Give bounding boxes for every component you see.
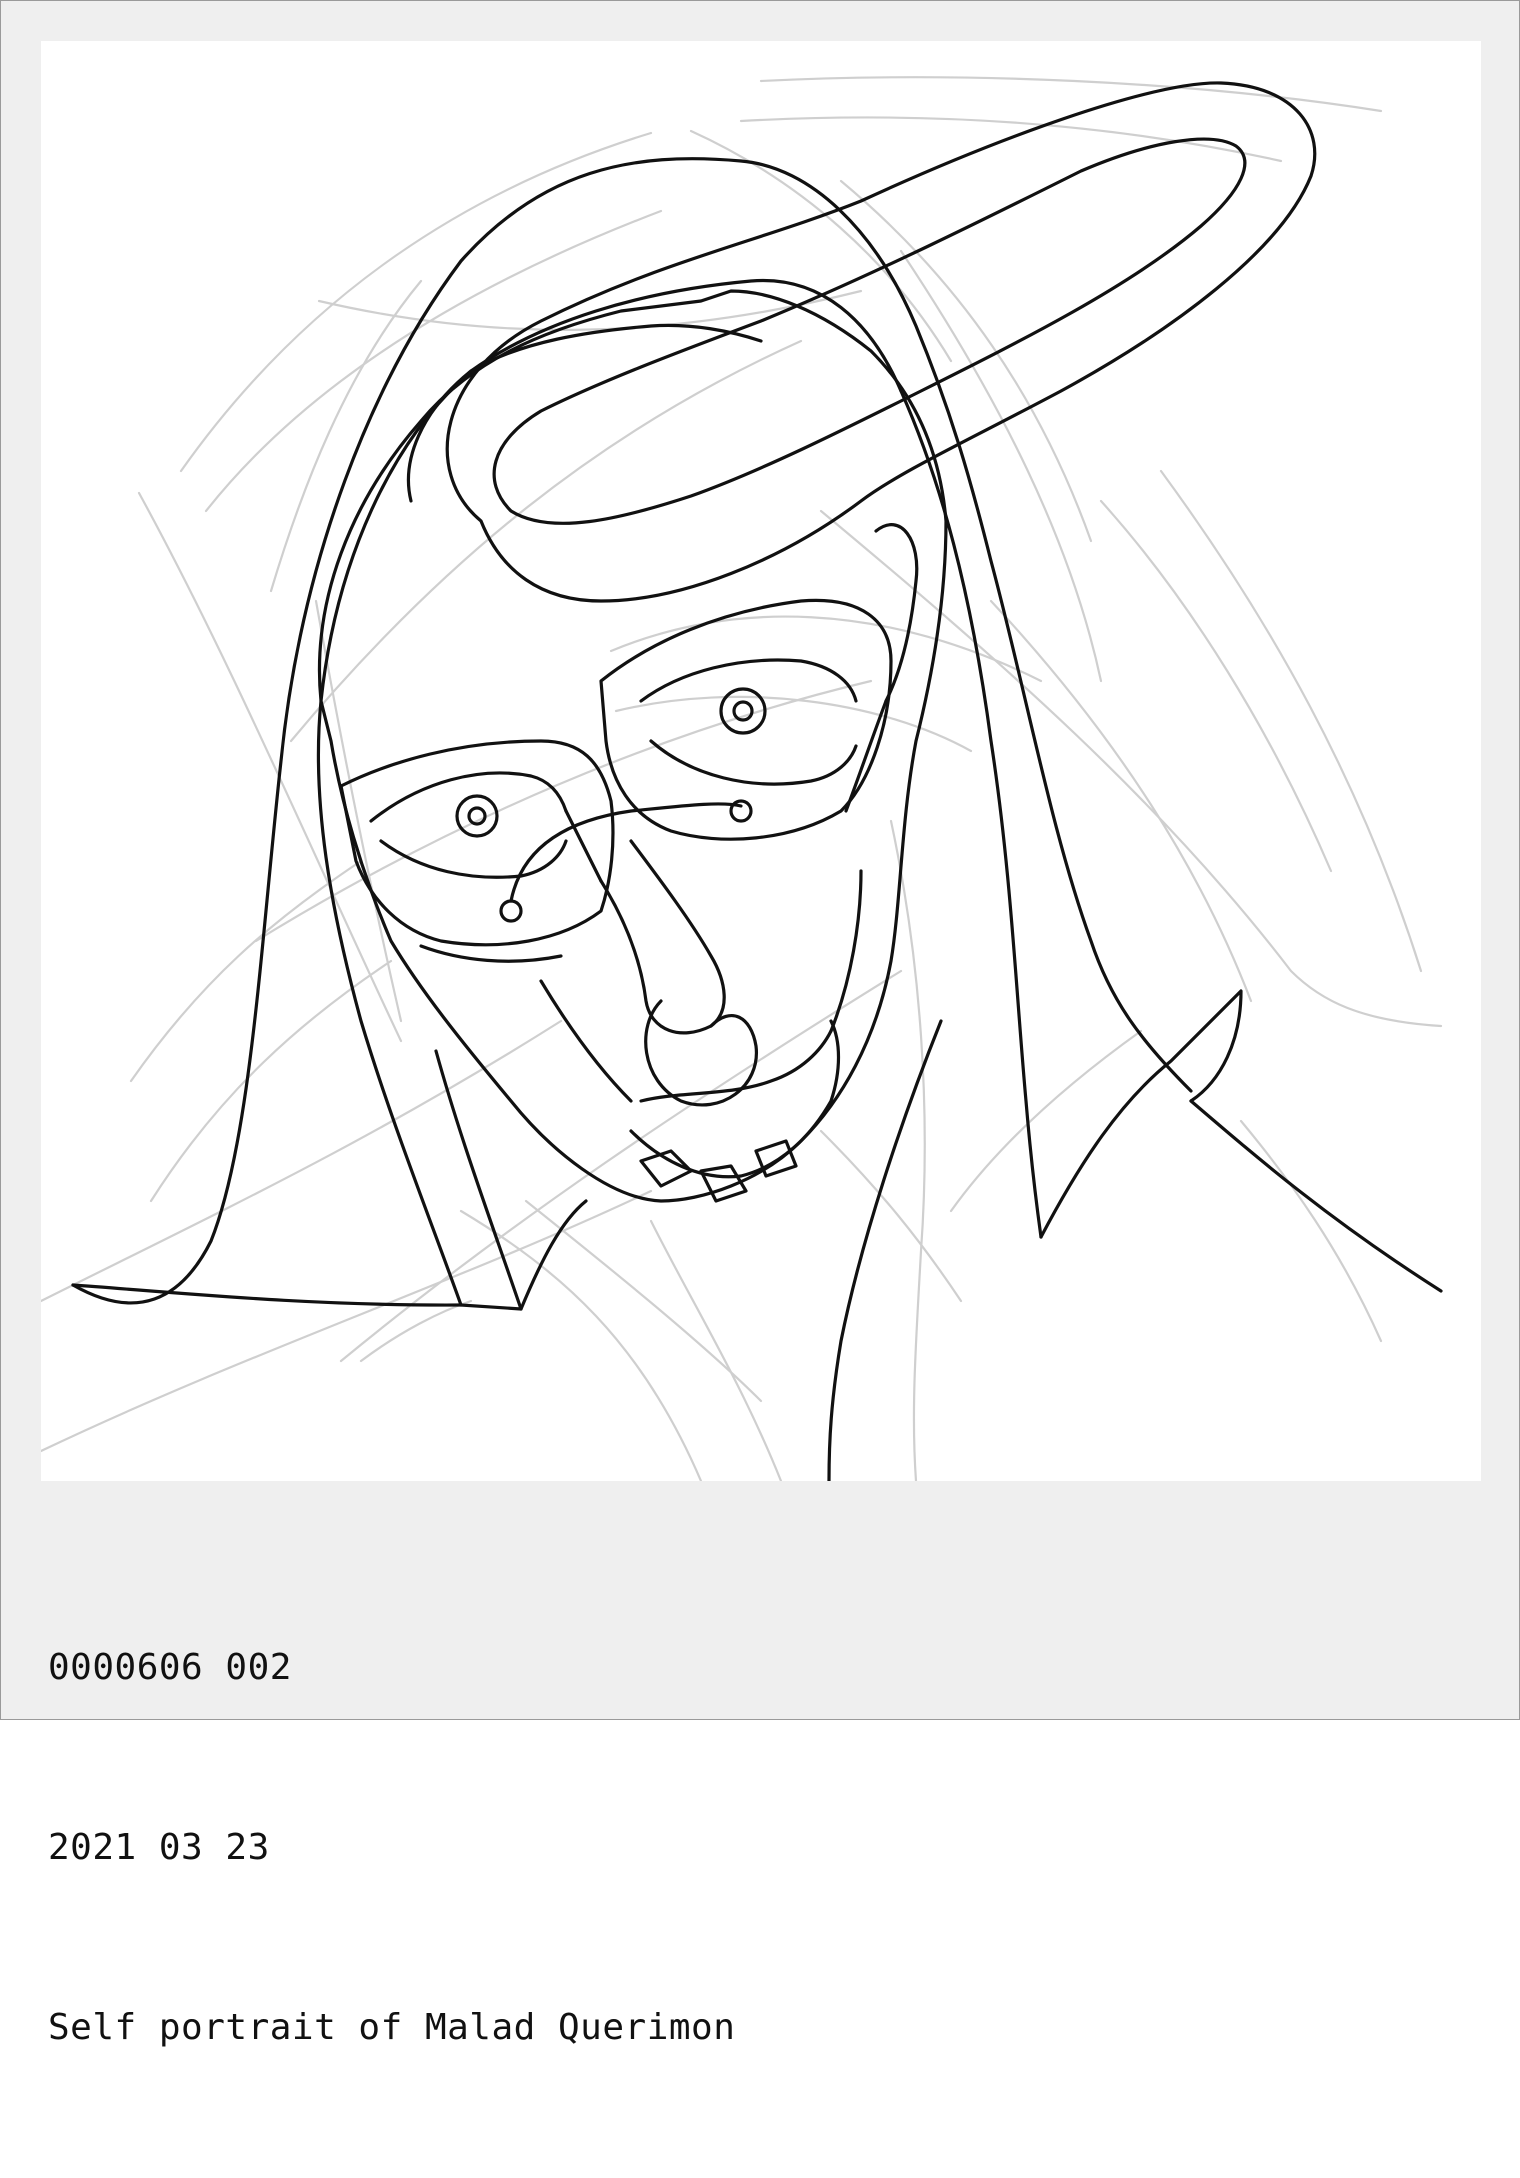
jaw-plate-left [539,979,633,1103]
eye-right-lid [639,658,858,703]
mouth [639,1029,833,1103]
hood-bottom-left [71,1049,523,1311]
caption-title-line: Self portrait of Malad Querimon [48,2007,736,2048]
eye-left-iris [455,794,499,838]
hood-right-fold [1039,989,1243,1239]
caption-block: 0000606 002 2021 03 23 Self portrait of … [48,1518,1468,2178]
nose [599,839,726,1035]
ear-right [874,523,919,703]
portrait-drawing [41,41,1481,1481]
eye-right-lower [649,739,858,786]
eye-left-lower [379,839,568,879]
chain-end-left [499,899,523,923]
chain-end-right [729,799,753,823]
head-outline [317,289,948,1203]
caption-date-line: 2021 03 23 [48,1827,270,1868]
caption-id-line: 0000606 002 [48,1647,292,1688]
forehead-band [406,323,763,503]
neck-left [519,1199,588,1311]
construction-lines [41,76,1443,1481]
ink-lines [71,81,1443,1481]
hood-right-drape [899,389,1043,1239]
jaw-plate-right [829,869,863,1033]
septum-chain [509,802,743,903]
portrait-illustration [41,76,1443,1481]
cheek-plate-left [419,944,563,963]
shoulder-right [1189,1099,1443,1293]
polaroid-frame: 0000606 002 2021 03 23 Self portrait of … [0,0,1520,2048]
